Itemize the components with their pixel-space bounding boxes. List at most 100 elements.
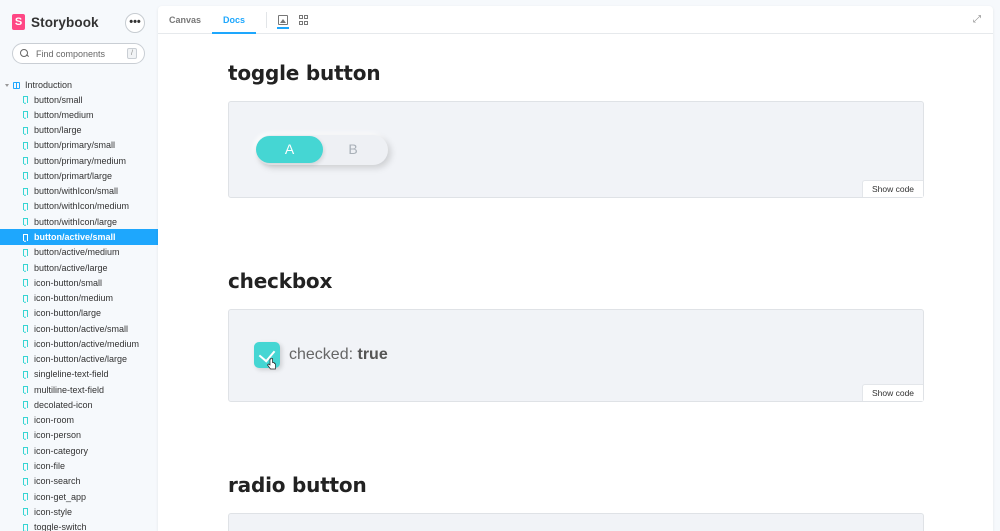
bookmark-icon [23,172,28,181]
fullscreen-icon[interactable]: ⤢ [972,15,982,25]
sidebar-story-item[interactable]: button/active/medium [0,245,158,260]
sidebar-story-label: icon-button/large [34,308,102,319]
sidebar-story-label: button/active/small [34,232,116,243]
brand[interactable]: S Storybook [12,14,99,30]
sidebar-story-item[interactable]: button/small [0,92,158,107]
sidebar-story-item[interactable]: button/active/small [0,229,158,245]
bookmark-icon [23,355,28,364]
bookmark-icon [23,493,28,502]
sidebar-story-item[interactable]: button/withIcon/large [0,214,158,229]
image-icon[interactable] [277,15,289,29]
bookmark-icon [23,233,28,242]
menu-button[interactable]: ••• [125,13,145,33]
sidebar-story-item[interactable]: icon-button/active/large [0,352,158,367]
sidebar-story-item[interactable]: decolated-icon [0,397,158,412]
sidebar-story-label: icon-button/active/medium [34,338,140,349]
sidebar-story-item[interactable]: icon-button/small [0,275,158,290]
search-icon [20,49,29,58]
sidebar-story-item[interactable]: icon-button/medium [0,290,158,305]
grid-icon[interactable] [299,15,309,25]
checkbox-label-value: true [357,346,388,363]
sidebar-story-item[interactable]: singleline-text-field [0,367,158,382]
bookmark-icon [23,386,28,395]
sidebar-story-label: toggle-switch [34,522,87,531]
bookmark-icon [23,279,28,288]
sidebar-story-label: button/primart/large [34,170,113,181]
bookmark-icon [23,309,28,318]
search-placeholder: Find components [36,48,106,59]
toolbar-divider [266,12,267,28]
checkbox-label: checked: true [289,346,388,364]
sidebar-story-item[interactable]: button/active/large [0,260,158,275]
tab-canvas[interactable]: Canvas [169,6,201,34]
bookmark-icon [23,187,28,196]
bookmark-icon [23,447,28,456]
sidebar-story-label: button/medium [34,109,94,120]
toggle-option-b[interactable]: B [323,136,383,163]
sidebar-story-item[interactable]: icon-person [0,428,158,443]
sidebar-story-label: icon-search [34,476,81,487]
sidebar-story-item[interactable]: button/withIcon/medium [0,199,158,214]
bookmark-icon [23,340,28,349]
section-title-checkbox: checkbox [228,269,333,293]
sidebar-story-label: button/withIcon/medium [34,201,130,212]
bookmark-icon [23,218,28,227]
sidebar-story-label: icon-style [34,506,73,517]
bookmark-icon [23,508,28,517]
sidebar-story-label: button/active/medium [34,247,120,258]
sidebar-story-item[interactable]: button/medium [0,107,158,122]
sidebar-story-label: button/primary/small [34,140,116,151]
tab-docs[interactable]: Docs [212,6,256,34]
sidebar-story-item[interactable]: button/withIcon/small [0,184,158,199]
sidebar-story-label: button/large [34,125,82,136]
sidebar-story-item[interactable]: icon-button/active/small [0,321,158,336]
sidebar-story-label: icon-button/medium [34,293,114,304]
show-code-button[interactable]: Show code [862,384,923,401]
search-input[interactable]: Find components / [12,43,145,64]
sidebar-story-item[interactable]: icon-button/large [0,306,158,321]
show-code-button[interactable]: Show code [862,180,923,197]
toggle-option-a[interactable]: A [256,136,323,163]
app-name: Storybook [31,14,99,30]
story-tree: Introduction button/small button/medium bu… [0,78,158,531]
sidebar-story-item[interactable]: icon-search [0,474,158,489]
bookmark-icon [23,111,28,120]
sidebar-story-label: button/active/large [34,262,108,273]
bookmark-icon [23,416,28,425]
main-panel: Canvas Docs ⤢ toggle button A B Show cod… [158,6,993,531]
bookmark-icon [23,370,28,379]
sidebar-story-label: button/primary/medium [34,155,127,166]
sidebar-story-item[interactable]: toggle-switch [0,519,158,531]
sidebar-story-item[interactable]: button/large [0,123,158,138]
toolbar: Canvas Docs ⤢ [158,6,993,34]
caret-down-icon [5,83,9,87]
sidebar-story-item[interactable]: button/primary/small [0,138,158,153]
sidebar-story-label: button/small [34,94,83,105]
sidebar-story-label: icon-get_app [34,491,87,502]
sidebar-story-item[interactable]: icon-style [0,504,158,519]
sidebar-story-label: icon-button/active/small [34,323,129,334]
bookmark-icon [23,141,28,150]
bookmark-icon [23,462,28,471]
sidebar-story-item[interactable]: icon-file [0,458,158,473]
sidebar-story-item[interactable]: button/primary/medium [0,153,158,168]
sidebar-story-item[interactable]: multiline-text-field [0,382,158,397]
bookmark-icon [23,96,28,105]
sidebar-story-item[interactable]: icon-room [0,413,158,428]
sidebar-story-item[interactable]: button/primart/large [0,168,158,183]
section-title-radio: radio button [228,473,367,497]
bookmark-icon [23,294,28,303]
sidebar-story-label: icon-file [34,461,66,471]
sidebar-story-label: singleline-text-field [34,369,109,380]
sidebar-story-label: icon-person [34,430,82,441]
sidebar-story-item[interactable]: icon-button/active/medium [0,336,158,351]
sidebar-story-item[interactable]: icon-get_app [0,489,158,504]
sidebar-story-label: button/withIcon/small [34,186,119,197]
bookmark-icon [23,401,28,410]
toggle-button[interactable]: A B [256,135,388,165]
tree-root-introduction[interactable]: Introduction [0,78,158,92]
sidebar-story-label: decolated-icon [34,399,93,410]
bookmark-icon [23,248,28,257]
sidebar-story-item[interactable]: icon-category [0,443,158,458]
bookmark-icon [23,523,28,531]
